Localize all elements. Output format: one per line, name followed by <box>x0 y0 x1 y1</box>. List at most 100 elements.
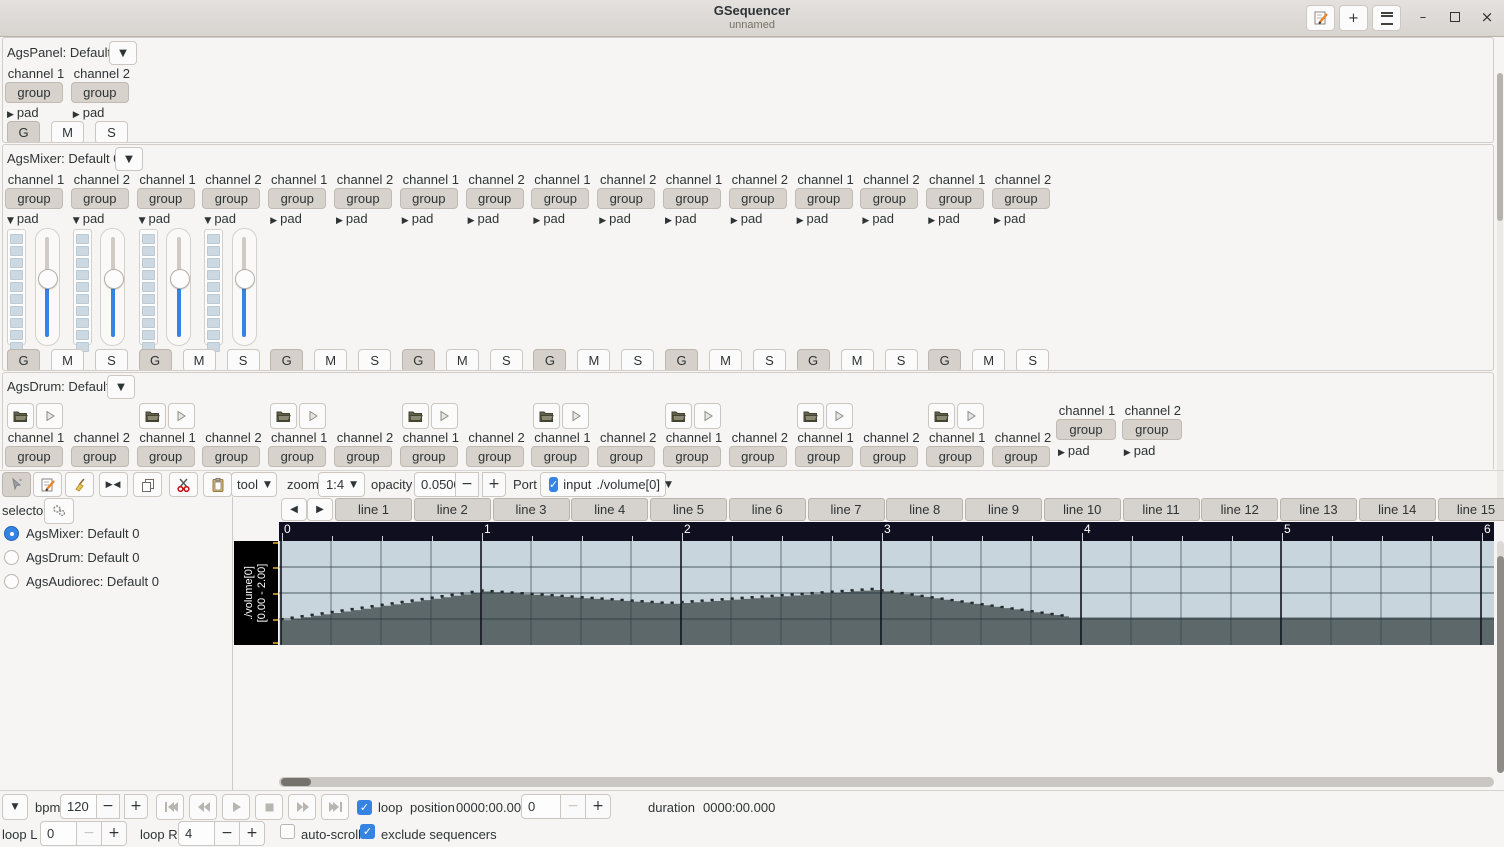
acceleration-marker[interactable] <box>761 595 764 597</box>
group-button[interactable]: group <box>137 188 195 209</box>
cut-button[interactable] <box>169 472 198 497</box>
acceleration-marker[interactable] <box>551 594 554 596</box>
position-increment-button[interactable]: + <box>585 794 611 819</box>
acceleration-marker[interactable] <box>811 592 814 594</box>
line-tab[interactable]: line 12 <box>1201 498 1278 521</box>
loop-l-increment-button[interactable]: + <box>101 821 127 846</box>
radio-unselected-icon[interactable] <box>4 550 19 565</box>
acceleration-marker[interactable] <box>951 599 954 601</box>
acceleration-marker[interactable] <box>851 589 854 591</box>
pad-expander[interactable]: ▶pad <box>533 211 565 226</box>
group-button[interactable]: group <box>5 82 63 103</box>
group-toggle-button[interactable]: G <box>7 121 40 143</box>
pad-expander[interactable]: ▶pad <box>73 105 105 120</box>
acceleration-marker[interactable] <box>631 599 634 601</box>
pad-expander[interactable]: ▶pad <box>731 211 763 226</box>
panel-menu-button[interactable]: ▼ <box>109 41 137 65</box>
group-button[interactable]: group <box>860 446 918 467</box>
acceleration-marker[interactable] <box>1031 610 1034 612</box>
select-tool-button[interactable]: ▶◀ <box>99 472 128 497</box>
line-tab[interactable]: line 8 <box>886 498 963 521</box>
acceleration-marker[interactable] <box>591 597 594 599</box>
editor-horizontal-scrollbar[interactable] <box>279 777 1494 787</box>
group-button[interactable]: group <box>729 446 787 467</box>
open-file-button[interactable] <box>928 403 955 429</box>
solo-toggle-button[interactable]: S <box>358 349 391 371</box>
group-button[interactable]: group <box>531 446 589 467</box>
acceleration-marker[interactable] <box>821 591 824 593</box>
slider-handle[interactable] <box>38 269 58 289</box>
acceleration-marker[interactable] <box>891 591 894 593</box>
group-toggle-button[interactable]: G <box>270 349 303 371</box>
acceleration-marker[interactable] <box>411 599 414 601</box>
composite-edit-button[interactable] <box>1306 5 1335 31</box>
group-toggle-button[interactable]: G <box>402 349 435 371</box>
acceleration-marker[interactable] <box>371 605 374 607</box>
paste-button[interactable] <box>203 472 232 497</box>
acceleration-marker[interactable] <box>441 595 444 597</box>
pad-expander[interactable]: ▼pad <box>204 211 236 226</box>
line-tab[interactable]: line 2 <box>414 498 491 521</box>
acceleration-marker[interactable] <box>911 593 914 595</box>
minimize-button[interactable]: – <box>1414 8 1432 26</box>
fast-forward-button[interactable] <box>288 794 316 820</box>
group-button[interactable]: group <box>5 446 63 467</box>
group-button[interactable]: group <box>795 446 853 467</box>
group-button[interactable]: group <box>663 188 721 209</box>
pad-expander[interactable]: ▶pad <box>7 105 39 120</box>
play-button[interactable] <box>957 403 984 429</box>
group-button[interactable]: group <box>926 446 984 467</box>
pad-expander[interactable]: ▶pad <box>665 211 697 226</box>
acceleration-marker[interactable] <box>1041 611 1044 613</box>
acceleration-marker[interactable] <box>471 591 474 593</box>
line-tab[interactable]: line 11 <box>1123 498 1200 521</box>
mute-toggle-button[interactable]: M <box>51 349 84 371</box>
acceleration-marker[interactable] <box>711 599 714 601</box>
acceleration-marker[interactable] <box>831 591 834 593</box>
open-file-button[interactable] <box>402 403 429 429</box>
group-button[interactable]: group <box>400 446 458 467</box>
solo-toggle-button[interactable]: S <box>490 349 523 371</box>
group-button[interactable]: group <box>268 446 326 467</box>
loop-r-decrement-button[interactable]: − <box>214 821 240 846</box>
skip-to-start-button[interactable] <box>156 794 184 820</box>
acceleration-marker[interactable] <box>391 602 394 604</box>
group-button[interactable]: group <box>466 446 524 467</box>
mixer-menu-button[interactable]: ▼ <box>115 147 143 171</box>
group-button[interactable]: group <box>597 446 655 467</box>
pad-expander[interactable]: ▼pad <box>139 211 171 226</box>
acceleration-marker[interactable] <box>731 597 734 599</box>
line-tab[interactable]: line 4 <box>571 498 648 521</box>
mute-toggle-button[interactable]: M <box>577 349 610 371</box>
position-tool-button[interactable] <box>2 472 31 497</box>
group-button[interactable]: group <box>202 446 260 467</box>
acceleration-marker[interactable] <box>531 593 534 595</box>
acceleration-marker[interactable] <box>281 618 284 620</box>
open-file-button[interactable] <box>533 403 560 429</box>
transport-expander-button[interactable]: ▼ <box>2 794 28 820</box>
autoscroll-checkbox[interactable] <box>280 824 295 839</box>
acceleration-marker[interactable] <box>291 616 294 618</box>
copy-button[interactable] <box>133 472 162 497</box>
machines-scrollbar[interactable] <box>1497 73 1503 506</box>
pad-expander[interactable]: ▶pad <box>336 211 368 226</box>
acceleration-marker[interactable] <box>961 600 964 602</box>
pad-expander[interactable]: ▼pad <box>73 211 105 226</box>
opacity-increment-button[interactable]: + <box>482 472 506 497</box>
solo-toggle-button[interactable]: S <box>227 349 260 371</box>
pad-expander[interactable]: ▶pad <box>1058 443 1090 458</box>
maximize-button[interactable] <box>1446 8 1464 26</box>
acceleration-marker[interactable] <box>481 589 484 591</box>
group-toggle-button[interactable]: G <box>7 349 40 371</box>
group-button[interactable]: group <box>926 188 984 209</box>
position-entry[interactable]: 0 <box>521 794 561 819</box>
mute-toggle-button[interactable]: M <box>51 121 84 143</box>
acceleration-marker[interactable] <box>431 596 434 598</box>
play-button[interactable] <box>299 403 326 429</box>
group-button[interactable]: group <box>729 188 787 209</box>
pad-expander[interactable]: ▶pad <box>862 211 894 226</box>
acceleration-marker[interactable] <box>901 592 904 594</box>
group-button[interactable]: group <box>860 188 918 209</box>
play-button[interactable] <box>36 403 63 429</box>
clear-tool-button[interactable] <box>65 472 94 497</box>
